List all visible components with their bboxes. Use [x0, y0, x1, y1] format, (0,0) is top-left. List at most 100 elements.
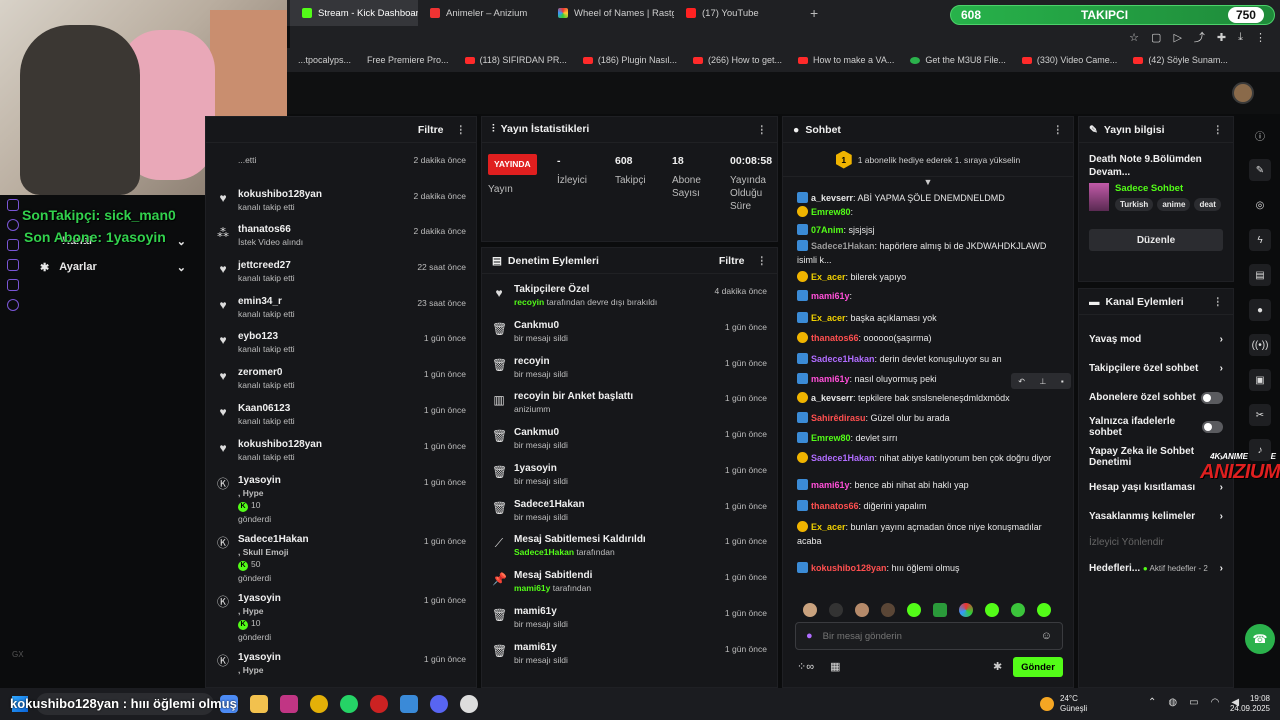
filter-button[interactable]: Filtre [719, 255, 745, 267]
kebab-menu-icon[interactable]: ⋮ [1213, 124, 1224, 136]
chat-message[interactable]: Sadece1Hakan: hapörlere almış bi de JKDW… [783, 239, 1073, 267]
emotes-only-toggle[interactable] [1202, 420, 1223, 433]
mic-icon[interactable]: ● [806, 630, 813, 642]
broadcast-icon[interactable]: ((•)) [1249, 334, 1271, 356]
chat-message[interactable]: Ex_acer: başka açıklaması yok [783, 311, 1073, 325]
bookmark-item[interactable]: Get the M3U8 File... [902, 55, 1014, 65]
emote-icon[interactable] [803, 603, 817, 617]
avatar[interactable] [1232, 82, 1254, 104]
emote-icon[interactable] [881, 603, 895, 617]
chat-username[interactable]: Ex_acer [811, 522, 846, 532]
chat-username[interactable]: Ex_acer [811, 313, 846, 323]
emoji-icon[interactable]: ☺ [1041, 630, 1052, 642]
tab-youtube[interactable]: (17) YouTube [674, 0, 802, 26]
chat-username[interactable]: a_kevserr [811, 193, 853, 203]
emote-icon[interactable] [933, 603, 947, 617]
chat-input[interactable] [822, 630, 1031, 642]
emote-icon[interactable] [1011, 603, 1025, 617]
send-button[interactable]: Gönder [1013, 657, 1063, 677]
whatsapp-icon[interactable] [340, 695, 358, 713]
settings-icon[interactable] [7, 299, 19, 311]
bookmark-item[interactable]: (266) How to get... [685, 55, 790, 65]
chat-username[interactable]: Sadece1Hakan [811, 354, 875, 364]
chat-username[interactable]: Sadece1Hakan [811, 453, 875, 463]
subs-only-toggle[interactable] [1201, 391, 1223, 404]
chat-username[interactable]: a_kevserr [811, 393, 853, 403]
chat-message[interactable]: mami61y: [783, 289, 1073, 303]
chat-input-box[interactable]: ● ☺ [795, 622, 1063, 650]
chat-message[interactable]: Sadece1Hakan: derin devlet konuşuluyor s… [783, 352, 1073, 366]
taskbar-search[interactable]: kokushibo128yan : hııı öğlemi olmuş [10, 693, 237, 715]
layout-icon[interactable]: ▣ [1249, 369, 1271, 391]
chat-username[interactable]: 07Anim [811, 225, 844, 235]
new-tab-button[interactable]: + [802, 5, 826, 21]
chat-username[interactable]: thanatos66 [811, 501, 859, 511]
chrome-icon[interactable] [310, 695, 328, 713]
display-icon[interactable]: ▭ [1189, 697, 1198, 708]
action-followers-only[interactable]: Takipçilere özel sohbet › [1079, 354, 1233, 383]
lightning-icon[interactable]: ϟ [1249, 229, 1271, 251]
tab-anizium[interactable]: Animeler – Anizium [418, 0, 546, 26]
chat-username[interactable]: Ex_acer [811, 272, 846, 282]
action-banned-words[interactable]: Yasaklanmış kelimeler › [1079, 502, 1233, 531]
weather-widget[interactable]: 24°C Güneşli [1040, 694, 1087, 714]
chat-message[interactable]: Ex_acer: bilerek yapıyo [783, 270, 1073, 284]
bookmark-item[interactable]: (186) Plugin Nasıl... [575, 55, 685, 65]
delete-icon[interactable]: ▪ [1061, 377, 1064, 386]
discord-icon[interactable] [430, 695, 448, 713]
bookmark-item[interactable]: Free Premiere Pro... [359, 55, 457, 65]
kebab-menu-icon[interactable]: ⋮ [757, 124, 768, 136]
chat-icon[interactable]: ● [1249, 299, 1271, 321]
wrench-icon[interactable]: ✂ [1249, 404, 1271, 426]
kebab-menu-icon[interactable]: ⋮ [1053, 124, 1064, 136]
action-goals[interactable]: Hedefleri... ● Aktif hedefler - 2 › [1079, 553, 1233, 583]
chat-username[interactable]: mami61y [811, 291, 850, 301]
puzzle-icon[interactable]: ✚ [1217, 31, 1226, 44]
chat-message[interactable]: Ex_acer: bunları yayını açmadan önce niy… [783, 520, 1073, 548]
app-icon[interactable] [400, 695, 418, 713]
play-icon[interactable]: ▷ [1173, 31, 1181, 44]
bookmark-icon[interactable]: ☆ [1129, 31, 1139, 44]
chat-message[interactable]: a_kevserr: ABİ YAPMA ŞÖLE DNEMDNELDMD [783, 191, 1073, 205]
pin-icon[interactable]: ⊥ [1039, 377, 1046, 386]
edit-stream-button[interactable]: Düzenle [1089, 229, 1223, 251]
target-icon[interactable]: ◎ [1249, 194, 1271, 216]
kebab-menu-icon[interactable]: ⋮ [456, 124, 467, 136]
emote-icon[interactable] [855, 603, 869, 617]
chat-message[interactable]: thanatos66: diğerini yapalım [783, 499, 1073, 513]
chat-message[interactable]: kokushibo128yan: hııı öğlemi olmuş [783, 561, 1073, 575]
chat-username[interactable]: mami61y [811, 374, 850, 384]
scroll-to-bottom-icon[interactable]: ▼ [783, 177, 1073, 189]
bookmark-item[interactable]: (118) SIFIRDAN PR... [457, 55, 575, 65]
emote-icon[interactable] [829, 603, 843, 617]
tab-kick-dashboard[interactable]: Stream - Kick Dashboard [290, 0, 418, 26]
menu-icon[interactable]: ⋮ [1255, 31, 1266, 44]
bookmark-item[interactable]: How to make a VA... [790, 55, 902, 65]
support-icon[interactable]: ☎ [1245, 624, 1275, 654]
mic-icon[interactable]: ◍ [1168, 697, 1177, 708]
kick-points-icon[interactable]: ⁘∞ [797, 660, 814, 673]
compass-icon[interactable] [7, 219, 19, 231]
emote-icon[interactable] [907, 603, 921, 617]
chat-username[interactable]: Sadece1Hakan [811, 241, 875, 251]
chat-username[interactable]: Emrew80 [811, 207, 851, 217]
pencil-icon[interactable]: ✎ [1249, 159, 1271, 181]
action-slow-mode[interactable]: Yavaş mod › [1079, 325, 1233, 354]
emote-icon[interactable] [1037, 603, 1051, 617]
tab-wheel-of-names[interactable]: Wheel of Names | Rastge... [546, 0, 674, 26]
store-icon[interactable]: ▦ [830, 660, 840, 673]
chat-username[interactable]: mami61y [811, 480, 850, 490]
opera-gx-icon[interactable] [370, 695, 388, 713]
chat-username[interactable]: Sahirêdirasu [811, 413, 866, 423]
chat-scrollbar[interactable] [1073, 547, 1074, 587]
file-explorer-icon[interactable] [250, 695, 268, 713]
chat-username[interactable]: kokushibo128yan [811, 563, 887, 573]
instagram-icon[interactable] [280, 695, 298, 713]
bookmark-icon[interactable] [7, 239, 19, 251]
clipboard-icon[interactable]: ▤ [1249, 264, 1271, 286]
emote-icon[interactable] [985, 603, 999, 617]
menu-item-ayarlar[interactable]: ✱ Ayarlar ⌄ [26, 254, 198, 280]
reply-icon[interactable]: ↶ [1018, 377, 1025, 386]
chat-message[interactable]: mami61y: bence abi nihat abi haklı yap [783, 478, 1073, 492]
taskbar-clock[interactable]: 19:08 24.09.2025 [1226, 694, 1270, 714]
